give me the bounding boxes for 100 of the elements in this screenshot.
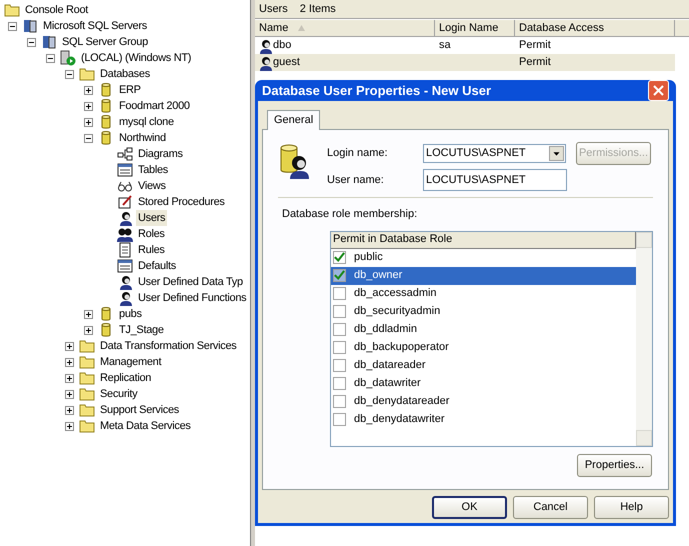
- folder-icon: [79, 402, 95, 418]
- tree-item[interactable]: (LOCAL) (Windows NT): [79, 50, 194, 66]
- expand-toggle[interactable]: [65, 358, 74, 366]
- role-row[interactable]: db_owner: [331, 266, 636, 284]
- dialog-title: Database User Properties - New User: [262, 82, 492, 100]
- tree-item[interactable]: Northwind: [117, 130, 168, 146]
- dialog-button[interactable]: Cancel: [513, 496, 588, 519]
- script-icon: [117, 194, 133, 210]
- tree-item[interactable]: Console Root: [23, 2, 90, 18]
- tree-item[interactable]: Users: [136, 210, 168, 226]
- column-header[interactable]: Database Access: [515, 20, 675, 36]
- role-row[interactable]: db_datareader: [331, 356, 636, 374]
- tree-item[interactable]: Defaults: [136, 258, 178, 274]
- collapse-toggle[interactable]: [65, 70, 74, 78]
- tree-item[interactable]: Management: [98, 354, 164, 370]
- person-icon: [257, 54, 273, 70]
- check-icon: [334, 269, 345, 282]
- tab[interactable]: General: [267, 110, 320, 130]
- collapse-toggle[interactable]: [84, 134, 93, 142]
- tree-item[interactable]: Foodmart 2000: [117, 98, 192, 114]
- scrollbar[interactable]: [636, 232, 652, 446]
- check-icon: [334, 251, 345, 264]
- expand-toggle[interactable]: [65, 342, 74, 350]
- tree-item[interactable]: SQL Server Group: [60, 34, 150, 50]
- checkbox[interactable]: [333, 413, 346, 426]
- document-icon: [117, 242, 133, 258]
- tree-item[interactable]: Replication: [98, 370, 154, 386]
- properties-button[interactable]: Properties...: [577, 454, 652, 476]
- tree-item[interactable]: Roles: [136, 226, 167, 242]
- expand-toggle[interactable]: [65, 422, 74, 430]
- role-row[interactable]: db_denydatareader: [331, 392, 636, 410]
- section-label: Database role membership:: [282, 207, 418, 222]
- tree-item[interactable]: mysql clone: [117, 114, 176, 130]
- collapse-toggle[interactable]: [46, 54, 55, 62]
- list-header: Permit in Database Role: [331, 232, 636, 248]
- column-header[interactable]: Login Name: [435, 20, 515, 36]
- expand-toggle[interactable]: [84, 102, 93, 110]
- tree-item[interactable]: Stored Procedures: [136, 194, 227, 210]
- checkbox[interactable]: [333, 269, 346, 282]
- checkbox[interactable]: [333, 359, 346, 372]
- table-cell-text: Permit: [518, 38, 552, 54]
- role-row[interactable]: db_denydatawriter: [331, 410, 636, 428]
- tree-item[interactable]: Meta Data Services: [98, 418, 193, 434]
- folder-icon: [4, 2, 20, 18]
- expand-toggle[interactable]: [84, 118, 93, 126]
- dialog-button[interactable]: Help: [594, 496, 669, 519]
- table-cell-text: dbo: [273, 38, 292, 54]
- server-icon: [41, 34, 57, 50]
- folder-icon: [79, 370, 95, 386]
- checkbox[interactable]: [333, 341, 346, 354]
- server-icon: [22, 18, 38, 34]
- checkbox[interactable]: [333, 305, 346, 318]
- expand-toggle[interactable]: [84, 326, 93, 334]
- server-running-icon: [60, 50, 76, 66]
- role-row[interactable]: db_backupoperator: [331, 338, 636, 356]
- pane-title: Users: [259, 2, 288, 17]
- expand-toggle[interactable]: [84, 310, 93, 318]
- checkbox[interactable]: [333, 251, 346, 264]
- expand-toggle[interactable]: [65, 390, 74, 398]
- tree-item[interactable]: Views: [136, 178, 168, 194]
- folder-icon: [79, 66, 95, 82]
- collapse-toggle[interactable]: [27, 38, 36, 46]
- expand-toggle[interactable]: [65, 406, 74, 414]
- tree-item[interactable]: Support Services: [98, 402, 181, 418]
- role-row[interactable]: public: [331, 248, 636, 266]
- table-cell-text: guest: [273, 55, 300, 70]
- checkbox[interactable]: [333, 323, 346, 336]
- close-button[interactable]: [648, 80, 669, 101]
- checkbox[interactable]: [333, 377, 346, 390]
- tree-item[interactable]: User Defined Data Typ: [136, 274, 245, 290]
- user-name-field[interactable]: LOCUTUS\ASPNET: [423, 169, 567, 191]
- tree-item[interactable]: Data Transformation Services: [98, 338, 238, 354]
- checkbox[interactable]: [333, 287, 346, 300]
- checkbox[interactable]: [333, 395, 346, 408]
- role-row[interactable]: db_ddladmin: [331, 320, 636, 338]
- dialog-button[interactable]: OK: [432, 496, 507, 519]
- column-header[interactable]: Name: [255, 20, 435, 36]
- list-row[interactable]: guest Permit: [255, 54, 675, 71]
- tree-item[interactable]: Databases: [98, 66, 152, 82]
- tree-item[interactable]: TJ_Stage: [117, 322, 166, 338]
- collapse-toggle[interactable]: [8, 22, 17, 30]
- tree-item[interactable]: Tables: [136, 162, 170, 178]
- role-row[interactable]: db_datawriter: [331, 374, 636, 392]
- field-label: User name:: [327, 172, 385, 188]
- tree-item[interactable]: ERP: [117, 82, 143, 98]
- people-icon: [117, 226, 133, 242]
- person-icon: [117, 210, 133, 226]
- folder-icon: [79, 418, 95, 434]
- tree-item[interactable]: Microsoft SQL Servers: [41, 18, 149, 34]
- role-row[interactable]: db_accessadmin: [331, 284, 636, 302]
- tree-item[interactable]: Security: [98, 386, 140, 402]
- expand-toggle[interactable]: [84, 86, 93, 94]
- login-name-combo[interactable]: LOCUTUS\ASPNET: [423, 144, 566, 162]
- tree-item[interactable]: Diagrams: [136, 146, 185, 162]
- tree-item[interactable]: Rules: [136, 242, 167, 258]
- tree-item[interactable]: User Defined Functions: [136, 290, 248, 306]
- table-cell-text: Permit: [518, 55, 552, 70]
- tree-item[interactable]: pubs: [117, 306, 144, 322]
- expand-toggle[interactable]: [65, 374, 74, 382]
- role-row[interactable]: db_securityadmin: [331, 302, 636, 320]
